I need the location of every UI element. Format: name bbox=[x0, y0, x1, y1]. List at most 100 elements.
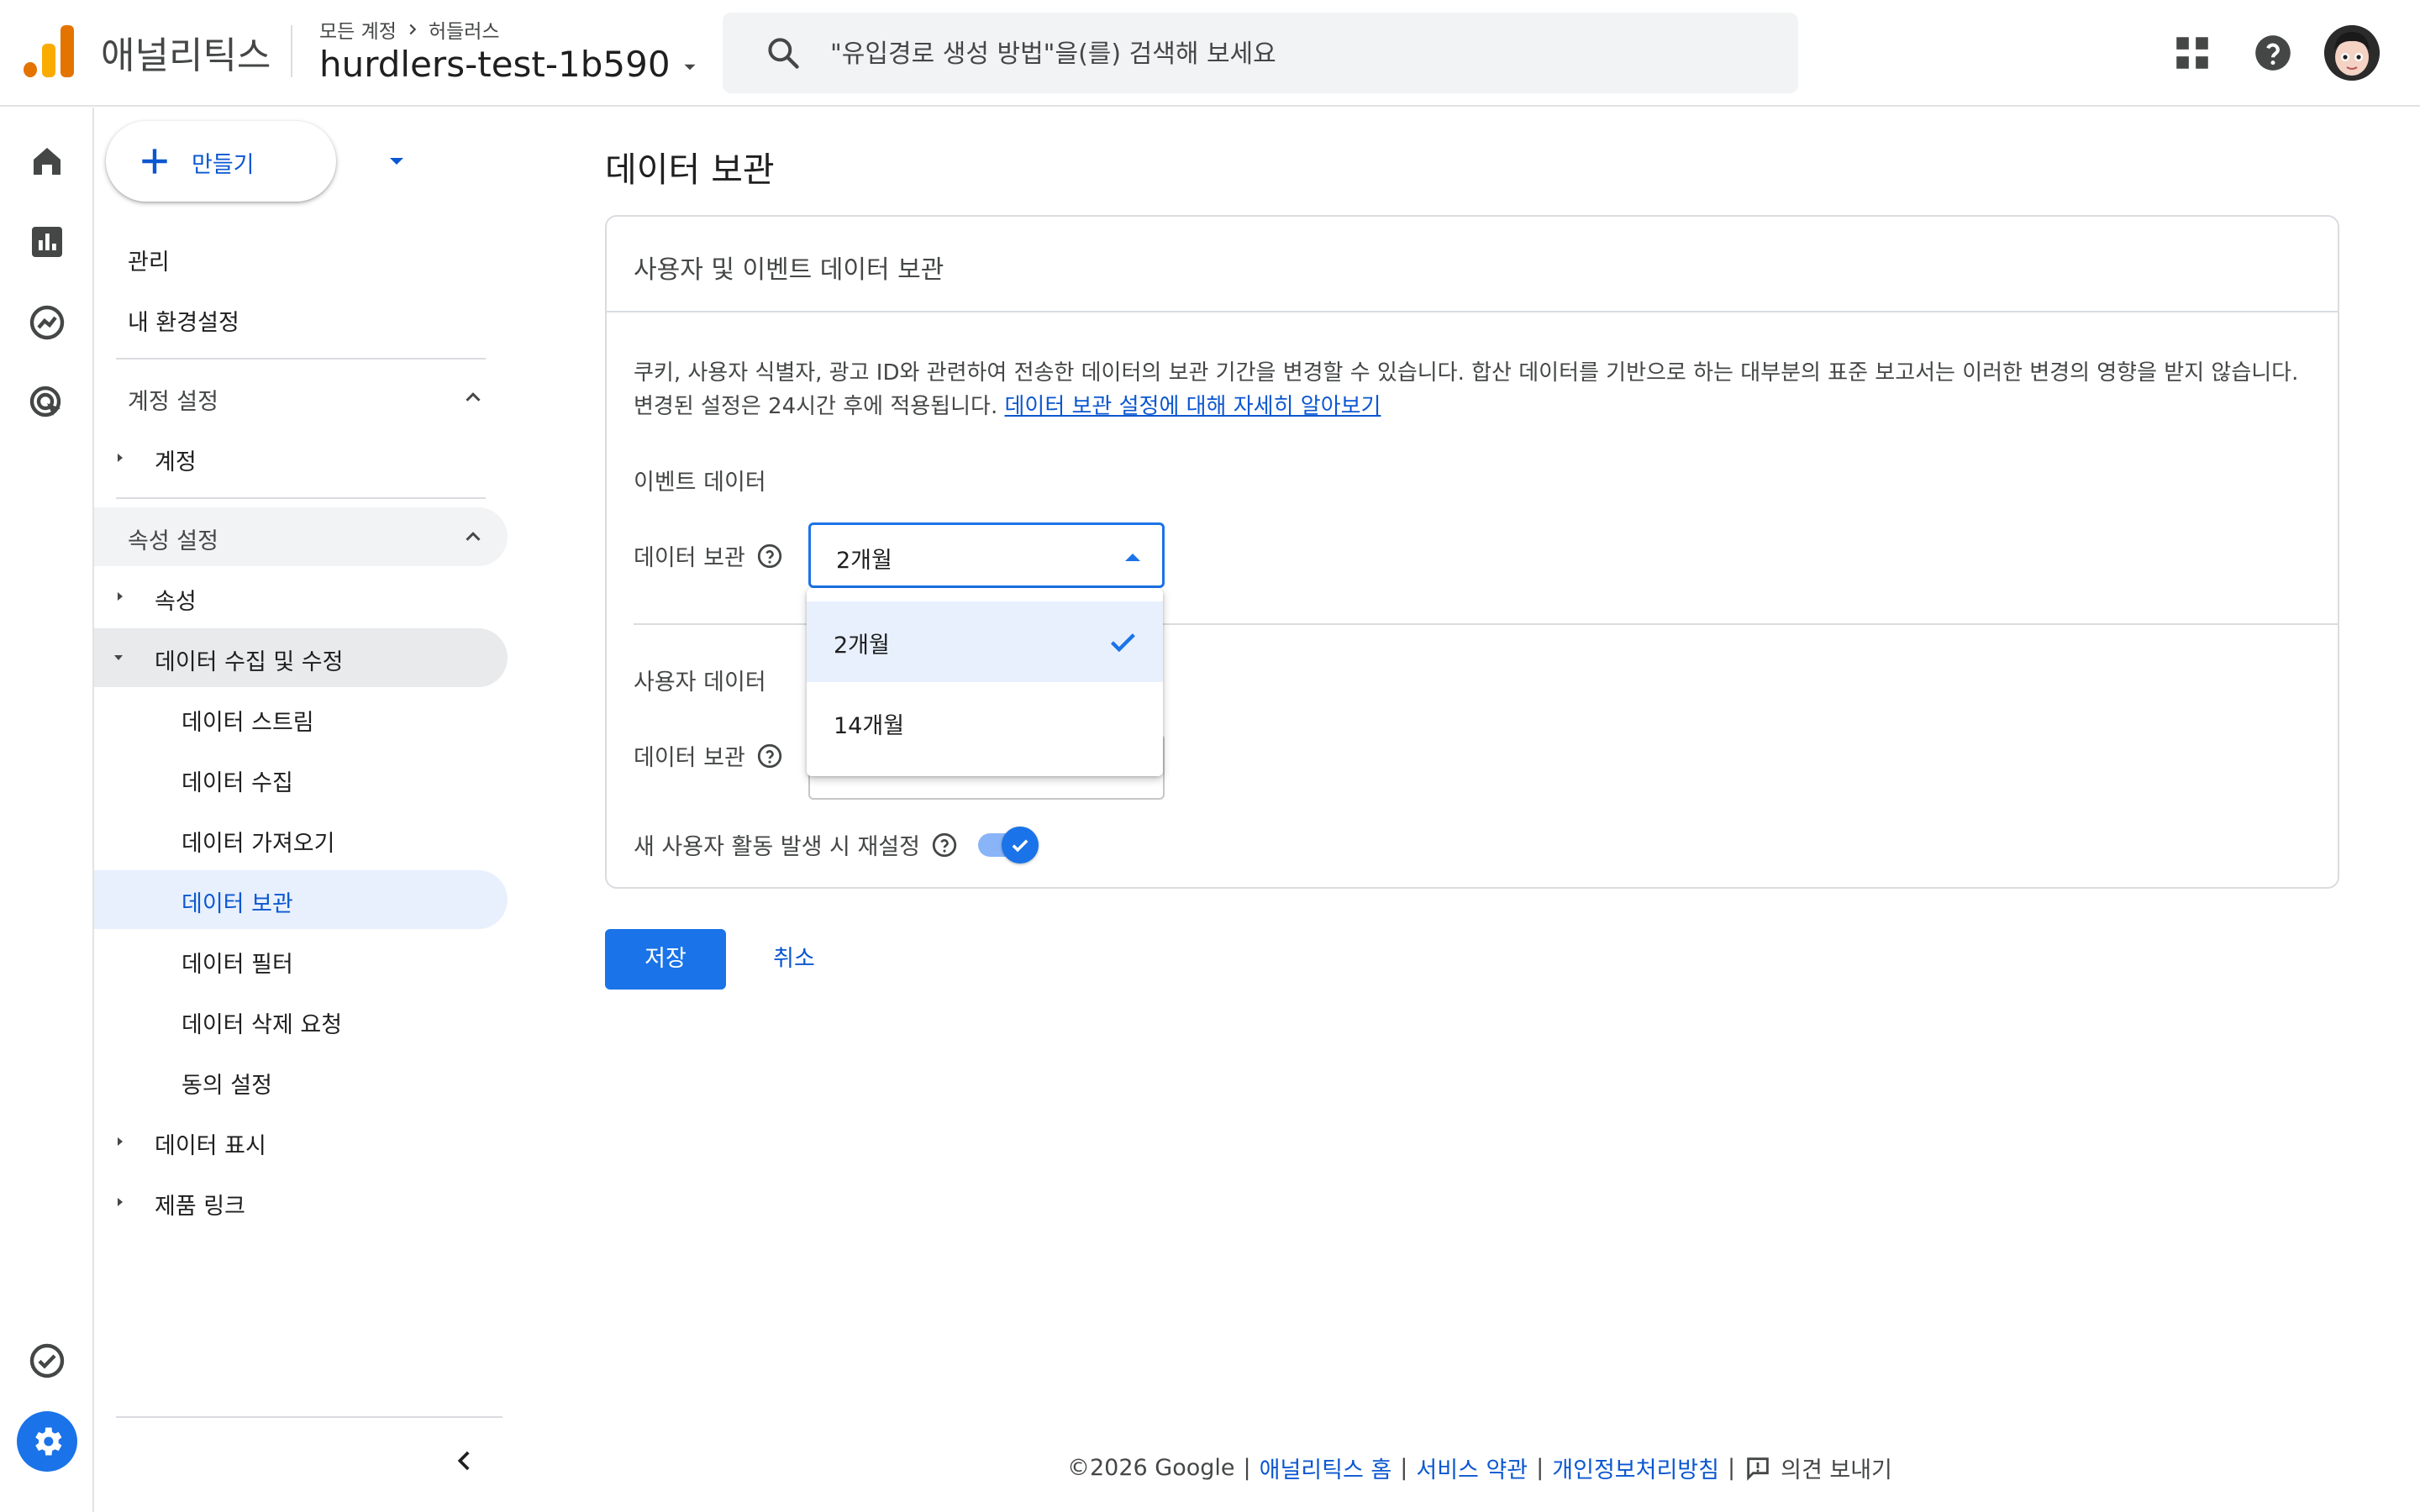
nav-divider bbox=[116, 497, 486, 499]
reset-on-activity-toggle[interactable] bbox=[976, 827, 1039, 864]
reports-icon[interactable] bbox=[27, 222, 67, 262]
event-retention-label: 데이터 보관 bbox=[634, 545, 745, 571]
expand-arrow-icon[interactable] bbox=[114, 1196, 126, 1208]
nav-my-settings[interactable]: 내 환경설정 bbox=[128, 304, 239, 337]
description-text: 쿠키, 사용자 식별자, 광고 ID와 관련하여 전송한 데이터의 보관 기간을… bbox=[634, 360, 2299, 386]
plus-icon bbox=[142, 149, 167, 174]
breadcrumb-all-accounts[interactable]: 모든 계정 bbox=[319, 15, 397, 44]
description-text-2: 변경된 설정은 24시간 후에 적용됩니다. bbox=[634, 394, 998, 419]
analytics-logo[interactable] bbox=[24, 25, 74, 77]
footer-feedback-link[interactable]: 의견 보내기 bbox=[1781, 1452, 1892, 1484]
search-bar[interactable]: "유입경로 생성 방법"을(를) 검색해 보세요 bbox=[723, 13, 1798, 93]
event-retention-select[interactable]: 2개월 bbox=[808, 522, 1165, 588]
caret-up-icon bbox=[1125, 554, 1140, 561]
header-divider bbox=[291, 25, 292, 77]
nav-data-import[interactable]: 데이터 가져오기 bbox=[182, 825, 334, 858]
expand-arrow-icon[interactable] bbox=[114, 591, 126, 602]
nav-divider bbox=[116, 358, 486, 360]
expand-arrow-icon[interactable] bbox=[114, 1136, 126, 1147]
home-icon[interactable] bbox=[27, 141, 67, 181]
nav-data-streams[interactable]: 데이터 스트림 bbox=[182, 704, 314, 737]
event-retention-label-row: 데이터 보관 bbox=[634, 539, 784, 572]
chevron-up-icon[interactable] bbox=[460, 524, 486, 549]
feedback-icon[interactable] bbox=[1744, 1454, 1772, 1483]
collapse-arrow-icon[interactable] bbox=[113, 652, 124, 664]
card-header: 사용자 및 이벤트 데이터 보관 bbox=[607, 217, 2338, 312]
help-outline-icon[interactable] bbox=[755, 742, 784, 770]
reset-on-activity-label: 새 사용자 활동 발생 시 재설정 bbox=[634, 834, 920, 860]
nav-data-deletion[interactable]: 데이터 삭제 요청 bbox=[182, 1006, 342, 1039]
option-label: 2개월 bbox=[834, 633, 890, 659]
explore-icon[interactable] bbox=[27, 302, 67, 343]
footer-copyright: ©2026 Google bbox=[1067, 1455, 1235, 1481]
advertising-icon[interactable] bbox=[27, 383, 67, 423]
footer-separator: | bbox=[1243, 1455, 1251, 1481]
caret-down-icon bbox=[390, 158, 403, 165]
apps-grid-icon[interactable] bbox=[2171, 32, 2213, 74]
account-avatar[interactable] bbox=[2324, 25, 2380, 81]
option-label: 14개월 bbox=[834, 713, 905, 739]
avatar-face-icon bbox=[2324, 25, 2380, 81]
nav-data-filters[interactable]: 데이터 필터 bbox=[182, 946, 293, 979]
cancel-button[interactable]: 취소 bbox=[756, 929, 832, 990]
top-app-bar: 애널리틱스 모든 계정 허들러스 hurdlers-test-1b590 "유입… bbox=[0, 0, 2420, 107]
nav-account-settings-head[interactable]: 계정 설정 bbox=[128, 383, 218, 416]
help-outline-icon[interactable] bbox=[930, 831, 959, 859]
footer-separator: | bbox=[1728, 1455, 1736, 1481]
user-retention-label-row: 데이터 보관 bbox=[634, 739, 784, 772]
create-button[interactable]: 만들기 bbox=[106, 121, 403, 202]
gear-icon bbox=[35, 1427, 62, 1456]
footer-home-link[interactable]: 애널리틱스 홈 bbox=[1260, 1452, 1392, 1484]
check-icon bbox=[1012, 839, 1028, 853]
toggle-thumb bbox=[1002, 827, 1039, 864]
dropdown-option-14-months[interactable]: 14개월 bbox=[807, 682, 1163, 763]
caret-down-icon bbox=[684, 64, 696, 70]
reset-label-row: 새 사용자 활동 발생 시 재설정 bbox=[634, 828, 959, 861]
retention-dropdown-menu: 2개월 14개월 bbox=[807, 588, 1163, 776]
help-outline-icon[interactable] bbox=[755, 542, 784, 570]
retention-description: 쿠키, 사용자 식별자, 광고 ID와 관련하여 전송한 데이터의 보관 기간을… bbox=[634, 356, 2323, 423]
account-breadcrumb[interactable]: 모든 계정 허들러스 bbox=[319, 15, 500, 44]
nav-property[interactable]: 속성 bbox=[155, 583, 197, 616]
footer-privacy-link[interactable]: 개인정보처리방침 bbox=[1552, 1452, 1719, 1484]
property-name: hurdlers-test-1b590 bbox=[319, 44, 671, 85]
user-retention-label: 데이터 보관 bbox=[634, 745, 745, 771]
expand-arrow-icon[interactable] bbox=[114, 452, 126, 464]
left-rail bbox=[0, 108, 94, 1512]
app-name[interactable]: 애널리틱스 bbox=[101, 25, 271, 79]
help-icon[interactable] bbox=[2252, 32, 2294, 74]
check-icon bbox=[1110, 633, 1135, 653]
nav-data-collection[interactable]: 데이터 수집 및 수정 bbox=[155, 643, 343, 676]
nav-data-retention[interactable]: 데이터 보관 bbox=[182, 885, 293, 918]
nav-data-display[interactable]: 데이터 표시 bbox=[155, 1127, 266, 1160]
nav-account[interactable]: 계정 bbox=[155, 444, 197, 476]
search-icon bbox=[768, 38, 799, 69]
user-data-heading: 사용자 데이터 bbox=[634, 669, 766, 696]
breadcrumb-account[interactable]: 허들러스 bbox=[429, 15, 500, 44]
property-selector[interactable]: hurdlers-test-1b590 bbox=[319, 44, 701, 85]
nav-admin[interactable]: 관리 bbox=[128, 244, 170, 276]
nav-consent-settings[interactable]: 동의 설정 bbox=[182, 1067, 272, 1100]
nav-divider bbox=[116, 1416, 502, 1418]
nav-product-links[interactable]: 제품 링크 bbox=[155, 1188, 245, 1221]
nav-data-retention-row[interactable] bbox=[94, 870, 508, 929]
footer: ©2026 Google | 애널리틱스 홈 | 서비스 약관 | 개인정보처리… bbox=[1067, 1452, 1892, 1484]
card-title: 사용자 및 이벤트 데이터 보관 bbox=[634, 255, 944, 285]
learn-more-link[interactable]: 데이터 보관 설정에 대해 자세히 알아보기 bbox=[1004, 394, 1381, 419]
footer-separator: | bbox=[1400, 1455, 1408, 1481]
page-title: 데이터 보관 bbox=[605, 150, 775, 190]
retention-card: 사용자 및 이벤트 데이터 보관 쿠키, 사용자 식별자, 광고 ID와 관련하… bbox=[605, 215, 2339, 889]
chevron-left-icon[interactable] bbox=[450, 1446, 479, 1475]
create-button-label: 만들기 bbox=[192, 152, 255, 178]
footer-terms-link[interactable]: 서비스 약관 bbox=[1416, 1452, 1528, 1484]
chevron-right-icon bbox=[409, 24, 417, 35]
chevron-up-icon[interactable] bbox=[460, 385, 486, 410]
dropdown-option-2-months[interactable]: 2개월 bbox=[807, 601, 1163, 682]
checklist-icon[interactable] bbox=[27, 1341, 67, 1381]
admin-settings-button[interactable] bbox=[17, 1411, 77, 1472]
event-data-heading: 이벤트 데이터 bbox=[634, 470, 766, 496]
search-input[interactable]: "유입경로 생성 방법"을(를) 검색해 보세요 bbox=[830, 33, 1276, 70]
nav-property-settings-head[interactable]: 속성 설정 bbox=[128, 522, 218, 555]
nav-data-collection-sub[interactable]: 데이터 수집 bbox=[182, 764, 293, 797]
save-button[interactable]: 저장 bbox=[605, 929, 726, 990]
